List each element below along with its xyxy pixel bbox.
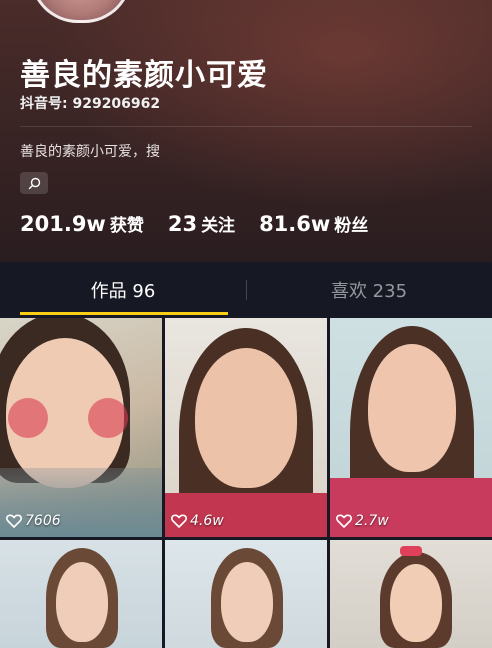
- tab-works[interactable]: 作品 96: [0, 262, 246, 318]
- stat-followers[interactable]: 81.6w 粉丝: [259, 211, 368, 236]
- heart-outline-icon: [6, 514, 22, 528]
- video-grid: 7606 4.6w 2.7w: [0, 318, 492, 648]
- video-thumbnail-detail: [88, 398, 128, 438]
- profile-tabs: 作品 96 喜欢 235: [0, 262, 492, 318]
- profile-header: 善良的素颜小可爱 抖音号: 929206962 善良的素颜小可爱，搜 201.9…: [0, 0, 492, 262]
- like-count-text: 2.7w: [355, 513, 389, 529]
- stat-likes-label: 获赞: [109, 216, 144, 236]
- active-tab-indicator: [20, 312, 228, 315]
- profile-name: 善良的素颜小可爱: [20, 58, 268, 93]
- like-count: 7606: [6, 513, 61, 529]
- video-tile[interactable]: 4.6w: [165, 318, 327, 537]
- video-thumbnail-detail: [400, 546, 422, 556]
- search-icon: [28, 177, 41, 190]
- profile-bio: 善良的素颜小可爱，搜: [20, 144, 160, 160]
- video-thumbnail-face: [368, 344, 456, 472]
- heart-outline-icon: [336, 514, 352, 528]
- stat-followers-num: 81.6w: [259, 212, 331, 236]
- avatar[interactable]: [30, 0, 132, 23]
- video-thumbnail-face: [195, 348, 297, 488]
- video-tile[interactable]: 7606: [0, 318, 162, 537]
- stat-likes-num: 201.9w: [20, 212, 106, 236]
- tab-likes[interactable]: 喜欢 235: [246, 262, 492, 318]
- stat-following[interactable]: 23 关注: [168, 211, 235, 236]
- stat-followers-label: 粉丝: [334, 216, 369, 236]
- like-count: 4.6w: [171, 513, 224, 529]
- like-count-text: 4.6w: [190, 513, 224, 529]
- video-tile[interactable]: [330, 540, 492, 648]
- video-thumbnail-detail: [8, 398, 48, 438]
- like-count: 2.7w: [336, 513, 389, 529]
- video-tile[interactable]: [165, 540, 327, 648]
- like-count-text: 7606: [25, 513, 61, 529]
- douyin-id: 抖音号: 929206962: [20, 96, 161, 112]
- video-tile[interactable]: [0, 540, 162, 648]
- profile-stats: 201.9w 获赞 23 关注 81.6w 粉丝: [20, 211, 368, 236]
- stat-following-num: 23: [167, 212, 198, 236]
- video-thumbnail-face: [221, 562, 273, 642]
- heart-outline-icon: [171, 514, 187, 528]
- stat-following-label: 关注: [201, 216, 236, 236]
- video-tile[interactable]: 2.7w: [330, 318, 492, 537]
- search-chip[interactable]: [20, 172, 48, 194]
- video-thumbnail-face: [56, 562, 108, 642]
- header-divider: [20, 126, 472, 127]
- stat-likes[interactable]: 201.9w 获赞: [20, 211, 144, 236]
- video-thumbnail-face: [390, 564, 442, 642]
